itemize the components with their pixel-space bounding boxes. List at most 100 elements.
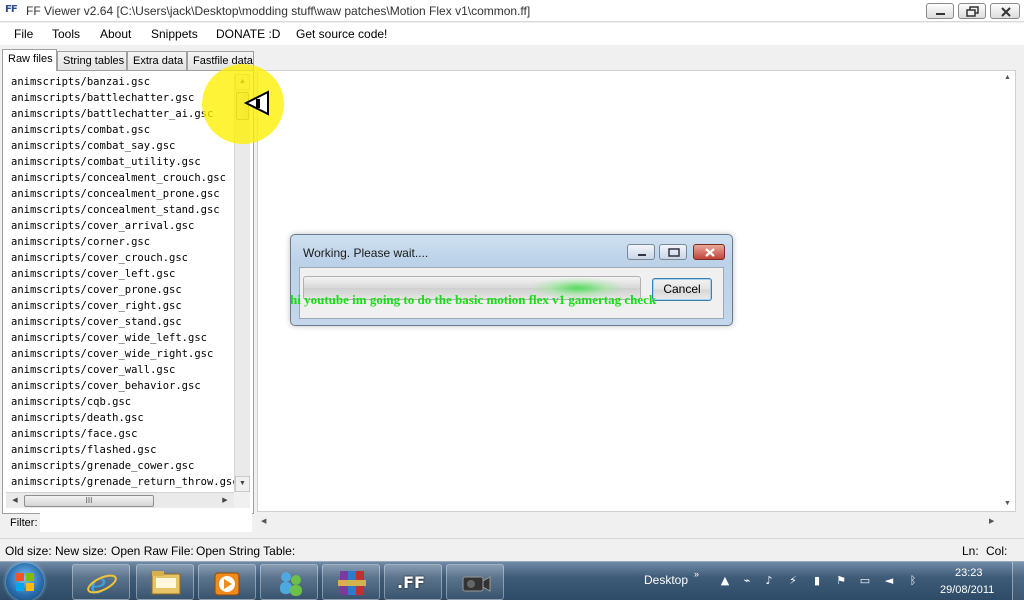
file-list-item[interactable]: animscripts/cover_prone.gsc (6, 282, 234, 298)
monitor-icon[interactable]: ▭ (858, 574, 872, 588)
file-list-item[interactable]: animscripts/cover_wide_right.gsc (6, 346, 234, 362)
messenger-icon (280, 572, 302, 596)
editor-scroll-left-icon[interactable]: ◀ (261, 517, 266, 525)
close-icon (1001, 7, 1011, 17)
file-list-item[interactable]: animscripts/cover_crouch.gsc (6, 250, 234, 266)
tab-raw-files[interactable]: Raw files (2, 49, 57, 71)
minimize-icon (936, 13, 945, 15)
file-list-item[interactable]: animscripts/cqb.gsc (6, 394, 234, 410)
status-bar: Old size: New size: Open Raw File: Open … (0, 538, 1024, 562)
toolbar-expand-icon[interactable]: » (694, 569, 699, 579)
file-list-item[interactable]: animscripts/cover_wide_left.gsc (6, 330, 234, 346)
taskbar-media-player[interactable] (198, 564, 256, 600)
scroll-left-arrow-icon[interactable]: ◀ (8, 493, 22, 508)
editor-scroll-up-icon[interactable]: ▲ (1004, 74, 1011, 81)
menu-bar: File Tools About Snippets DONATE :D Get … (0, 23, 1024, 45)
start-button[interactable] (6, 563, 44, 600)
menu-snippets[interactable]: Snippets (151, 27, 198, 41)
taskbar-messenger[interactable] (260, 564, 318, 600)
media-player-icon (214, 572, 240, 596)
file-list-item[interactable]: animscripts/battlechatter_ai.gsc (6, 106, 234, 122)
clock-time[interactable]: 23:23 (955, 567, 983, 579)
video-caption-overlay: hi youtube im going to do the basic moti… (290, 292, 657, 307)
dialog-maximize-button[interactable] (659, 244, 687, 260)
volume-icon[interactable]: ♪ (762, 574, 776, 588)
file-list-item[interactable]: animscripts/banzai.gsc (6, 74, 234, 90)
file-list-item[interactable]: animscripts/cover_arrival.gsc (6, 218, 234, 234)
winrar-icon (338, 571, 366, 595)
desktop-toolbar-label[interactable]: Desktop (644, 573, 688, 587)
folder-icon (151, 571, 181, 595)
file-list-item[interactable]: animscripts/combat_say.gsc (6, 138, 234, 154)
dialog-minimize-button[interactable] (627, 244, 655, 260)
power-icon[interactable]: ⚡ (786, 574, 800, 588)
menu-about[interactable]: About (100, 27, 131, 41)
file-list-horizontal-scrollbar[interactable]: ◀ III ▶ (6, 492, 234, 508)
file-list-item[interactable]: animscripts/death.gsc (6, 410, 234, 426)
filter-input[interactable] (40, 513, 252, 532)
scroll-down-arrow-icon[interactable]: ▼ (235, 476, 250, 492)
restore-icon (966, 6, 979, 17)
status-column: Col: (986, 544, 1008, 558)
working-dialog: Working. Please wait.... Cancel (290, 234, 733, 326)
editor-vertical-scrollbar[interactable]: ▲ ▼ (1000, 70, 1016, 514)
show-desktop-button[interactable] (1012, 562, 1024, 600)
taskbar-ff-viewer[interactable]: .FF (384, 564, 442, 600)
scroll-right-arrow-icon[interactable]: ▶ (218, 493, 232, 508)
file-list-item[interactable]: animscripts/cover_left.gsc (6, 266, 234, 282)
file-list-item[interactable]: animscripts/flashed.gsc (6, 442, 234, 458)
tab-string-tables[interactable]: String tables (57, 51, 127, 70)
ff-viewer-icon: .FF (397, 573, 425, 592)
file-list-item[interactable]: animscripts/cover_right.gsc (6, 298, 234, 314)
maximize-button[interactable] (958, 3, 986, 19)
file-list-item[interactable]: animscripts/cover_wall.gsc (6, 362, 234, 378)
file-list-item[interactable]: animscripts/combat_utility.gsc (6, 154, 234, 170)
network-icon[interactable]: ▮ (810, 574, 824, 588)
window-title: FF Viewer v2.64 [C:\Users\jack\Desktop\m… (26, 4, 531, 18)
raw-file-list[interactable]: animscripts/banzai.gsc animscripts/battle… (6, 74, 234, 492)
menu-file[interactable]: File (14, 27, 33, 41)
file-list-item[interactable]: animscripts/concealment_prone.gsc (6, 186, 234, 202)
taskbar-camcorder[interactable] (446, 564, 504, 600)
file-list-item[interactable]: animscripts/concealment_crouch.gsc (6, 170, 234, 186)
title-bar: FF FF Viewer v2.64 [C:\Users\jack\Deskto… (0, 0, 1024, 22)
dialog-close-button[interactable] (693, 244, 725, 260)
clock-date[interactable]: 29/08/2011 (940, 584, 994, 596)
file-list-item[interactable]: animscripts/face.gsc (6, 426, 234, 442)
internet-explorer-icon: e (87, 568, 117, 598)
tab-extra-data[interactable]: Extra data (127, 51, 187, 70)
cancel-button[interactable]: Cancel (652, 278, 712, 301)
usb-device-icon[interactable]: ⌁ (740, 574, 754, 588)
taskbar-internet-explorer[interactable]: e (72, 564, 130, 600)
file-list-item[interactable]: animscripts/grenade_cower.gsc (6, 458, 234, 474)
editor-horizontal-scrollbar[interactable]: ◀ ▶ (257, 513, 1000, 529)
filter-label: Filter: (10, 517, 38, 529)
close-button[interactable] (990, 3, 1020, 19)
file-list-item[interactable]: animscripts/corner.gsc (6, 234, 234, 250)
editor-scroll-down-icon[interactable]: ▼ (1004, 500, 1011, 507)
menu-get-source[interactable]: Get source code! (296, 27, 387, 41)
show-hidden-icons-icon[interactable]: ▲ (718, 574, 732, 588)
editor-scroll-right-icon[interactable]: ▶ (989, 517, 994, 525)
action-center-flag-icon[interactable]: ⚑ (834, 574, 848, 588)
status-old-size: Old size: (5, 544, 52, 558)
bluetooth-icon[interactable]: ᛒ (906, 574, 920, 588)
taskbar-explorer[interactable] (136, 564, 194, 600)
status-open-string-table: Open String Table: (196, 544, 296, 558)
menu-tools[interactable]: Tools (52, 27, 80, 41)
horizontal-scroll-thumb[interactable]: III (24, 495, 154, 507)
file-list-item[interactable]: animscripts/cover_stand.gsc (6, 314, 234, 330)
file-list-item[interactable]: animscripts/battlechatter.gsc (6, 90, 234, 106)
camcorder-icon (462, 576, 491, 592)
file-list-item[interactable]: animscripts/concealment_stand.gsc (6, 202, 234, 218)
status-new-size: New size: (55, 544, 108, 558)
minimize-button[interactable] (926, 3, 954, 19)
menu-donate[interactable]: DONATE :D (216, 27, 280, 41)
file-list-item[interactable]: animscripts/cover_behavior.gsc (6, 378, 234, 394)
file-list-item[interactable]: animscripts/combat.gsc (6, 122, 234, 138)
cursor-arrow-icon (244, 90, 269, 116)
close-icon (705, 248, 715, 257)
taskbar-winrar[interactable] (322, 564, 380, 600)
file-list-item[interactable]: animscripts/grenade_return_throw.gsc (6, 474, 234, 490)
speaker-mute-icon[interactable]: ◄ (882, 574, 896, 588)
